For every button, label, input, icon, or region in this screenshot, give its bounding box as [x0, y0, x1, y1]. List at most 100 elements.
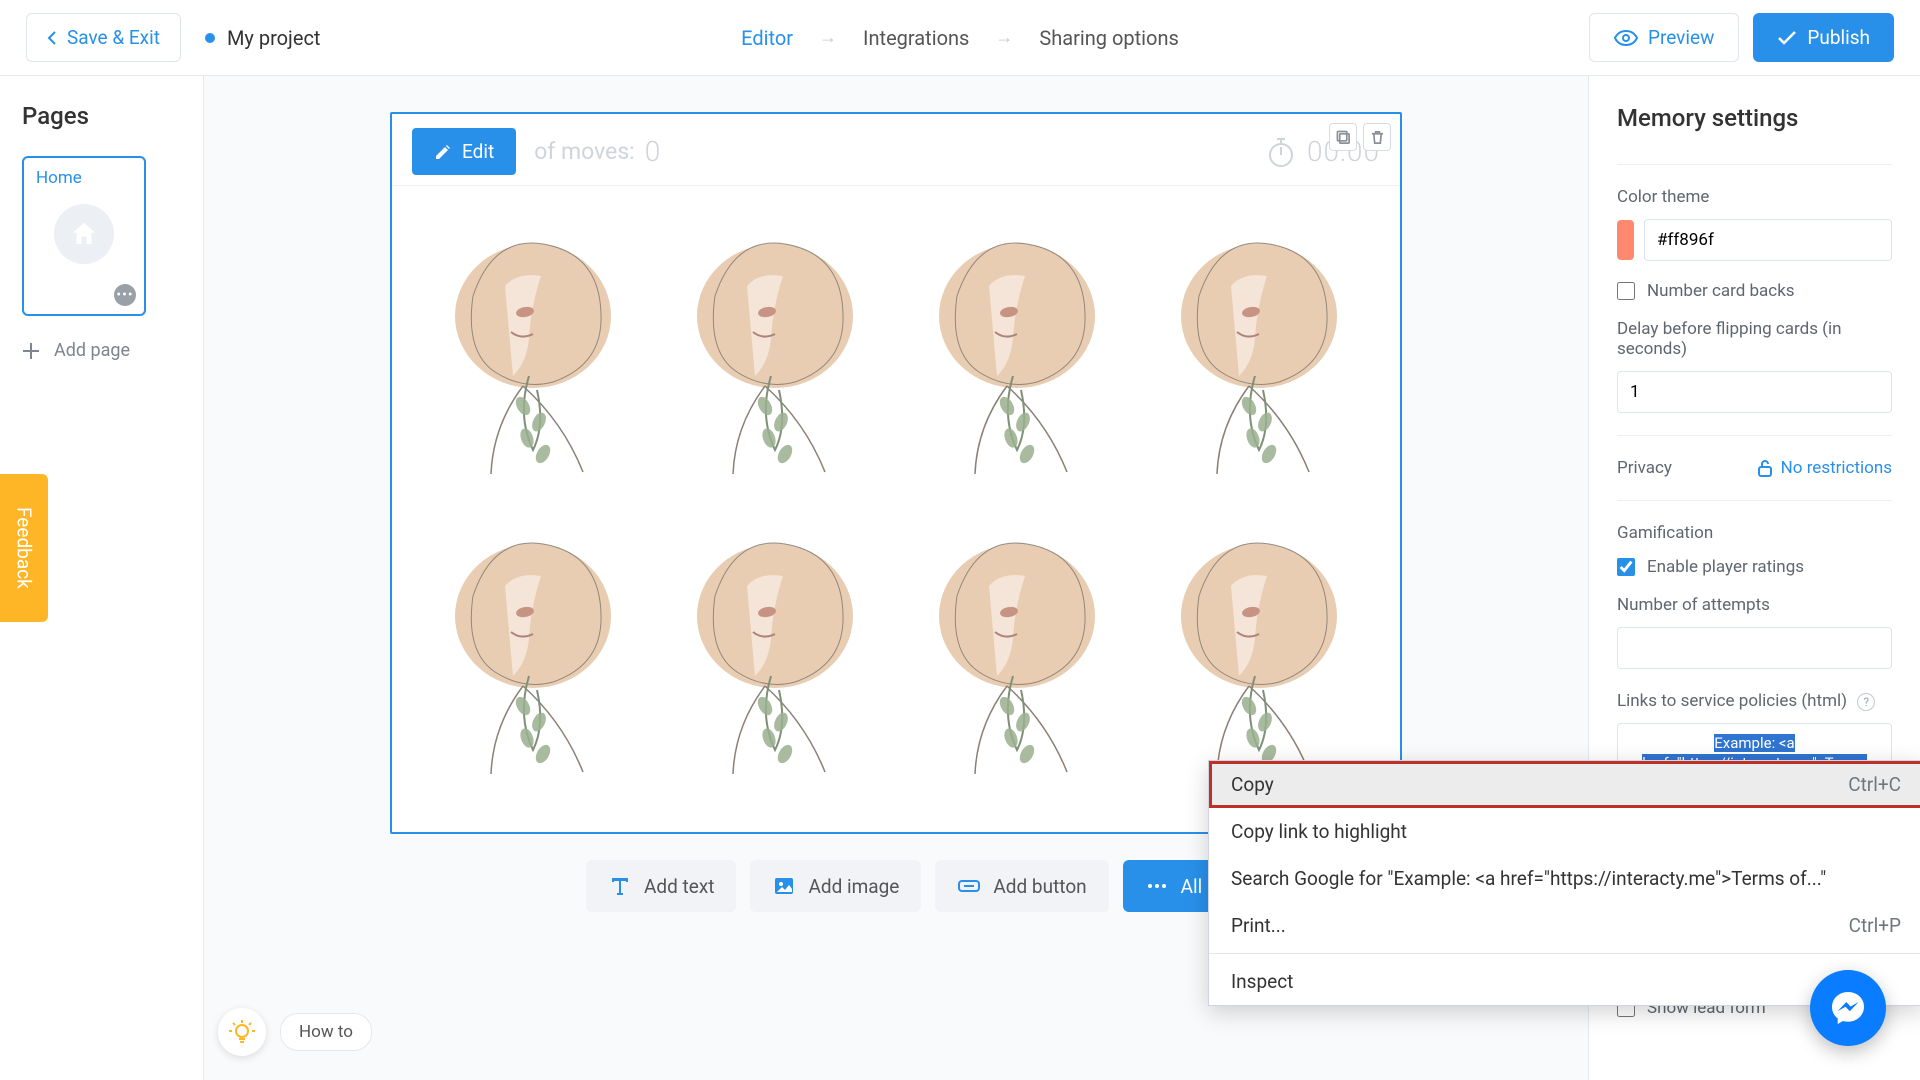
nav-step-editor[interactable]: Editor [741, 26, 793, 50]
dots-icon [1145, 874, 1169, 898]
number-card-backs-checkbox[interactable]: Number card backs [1617, 281, 1892, 301]
attempts-input[interactable] [1617, 627, 1892, 669]
feedback-tab[interactable]: Feedback [0, 474, 48, 622]
ctx-separator [1209, 953, 1920, 954]
image-icon [772, 874, 796, 898]
check-icon [1777, 30, 1797, 46]
messenger-icon [1828, 988, 1868, 1028]
plus-icon [22, 342, 40, 360]
add-image-button[interactable]: Add image [750, 860, 921, 912]
color-swatch[interactable] [1617, 220, 1634, 260]
enable-ratings-checkbox[interactable]: Enable player ratings [1617, 557, 1892, 577]
page-thumb-label: Home [36, 168, 132, 188]
memory-card[interactable] [422, 226, 644, 486]
publish-button[interactable]: Publish [1753, 13, 1894, 62]
memory-card[interactable] [1148, 226, 1370, 486]
lightbulb-icon [228, 1018, 256, 1046]
topbar: Save & Exit My project Editor → Integrat… [0, 0, 1920, 76]
card-illustration-icon [433, 526, 633, 786]
gamification-label: Gamification [1617, 523, 1892, 543]
add-text-label: Add text [644, 875, 714, 898]
delete-button[interactable] [1363, 123, 1391, 151]
ctx-copy-link[interactable]: Copy link to highlight [1209, 808, 1920, 855]
delay-label: Delay before flipping cards (in seconds) [1617, 319, 1892, 359]
block-toolbar: Add text Add image Add button All blocks [586, 860, 1285, 912]
privacy-value: No restrictions [1781, 458, 1892, 478]
save-exit-button[interactable]: Save & Exit [26, 13, 181, 62]
add-button-button[interactable]: Add button [935, 860, 1108, 912]
policies-label: Links to service policies (html) [1617, 691, 1847, 711]
attempts-label: Number of attempts [1617, 595, 1892, 615]
nav-step-sharing[interactable]: Sharing options [1039, 26, 1178, 50]
add-image-label: Add image [808, 875, 899, 898]
chevron-left-icon [47, 30, 57, 46]
ctx-search-label: Search Google for "Example: <a href="htt… [1231, 867, 1826, 890]
context-menu: Copy Ctrl+C Copy link to highlight Searc… [1208, 760, 1920, 1006]
help-icon[interactable]: ? [1857, 693, 1875, 711]
card-illustration-icon [917, 526, 1117, 786]
button-icon [957, 874, 981, 898]
howto-chip[interactable]: How to [280, 1013, 372, 1051]
memory-card[interactable] [906, 526, 1128, 786]
eye-icon [1614, 29, 1638, 47]
memory-card[interactable] [664, 526, 886, 786]
unsaved-dot-icon [205, 33, 215, 43]
chevron-right-icon: → [995, 27, 1013, 48]
delay-input[interactable] [1617, 371, 1892, 413]
card-grid [392, 186, 1400, 796]
canvas-header: Edit of moves: 0 00:00 [392, 114, 1400, 186]
card-illustration-icon [1159, 526, 1359, 786]
canvas-actions [1319, 113, 1401, 161]
project-name[interactable]: My project [205, 26, 321, 50]
nav-step-integrations[interactable]: Integrations [863, 26, 969, 50]
duplicate-button[interactable] [1329, 123, 1357, 151]
save-exit-label: Save & Exit [67, 26, 160, 49]
ctx-print[interactable]: Print... Ctrl+P [1209, 902, 1920, 949]
card-illustration-icon [917, 226, 1117, 486]
checkbox-icon[interactable] [1617, 558, 1635, 576]
howto-bulb-button[interactable] [218, 1008, 266, 1056]
checkbox-icon[interactable] [1617, 282, 1635, 300]
ctx-print-label: Print... [1231, 914, 1286, 937]
text-icon [608, 874, 632, 898]
memory-card[interactable] [1148, 526, 1370, 786]
page-options-icon[interactable]: ••• [114, 284, 136, 306]
moves-count: 0 [645, 135, 661, 168]
memory-card[interactable] [906, 226, 1128, 486]
chevron-right-icon: → [819, 27, 837, 48]
add-text-button[interactable]: Add text [586, 860, 736, 912]
moves-label: of moves: [534, 138, 635, 165]
copy-icon [1336, 130, 1351, 145]
add-page-label: Add page [54, 340, 130, 361]
page-thumb-home[interactable]: Home ••• [22, 156, 146, 316]
preview-button[interactable]: Preview [1589, 13, 1739, 62]
pages-title: Pages [22, 102, 181, 130]
privacy-label: Privacy [1617, 458, 1672, 478]
color-input[interactable] [1644, 219, 1892, 261]
add-page-button[interactable]: Add page [22, 340, 181, 361]
trash-icon [1370, 130, 1385, 145]
unlock-icon [1757, 459, 1773, 477]
project-name-text: My project [227, 26, 321, 50]
chat-button[interactable] [1810, 970, 1886, 1046]
editor-canvas[interactable]: Edit of moves: 0 00:00 [390, 112, 1402, 834]
stopwatch-icon [1267, 136, 1295, 168]
ctx-copy[interactable]: Copy Ctrl+C [1209, 761, 1920, 808]
pencil-icon [434, 143, 452, 161]
ctx-copy-label: Copy [1231, 773, 1274, 796]
number-card-backs-label: Number card backs [1647, 281, 1795, 301]
color-theme-label: Color theme [1617, 187, 1892, 207]
memory-card[interactable] [422, 526, 644, 786]
memory-card[interactable] [664, 226, 886, 486]
privacy-value-button[interactable]: No restrictions [1757, 458, 1892, 478]
ctx-copy-shortcut: Ctrl+C [1848, 773, 1901, 796]
ctx-search-google[interactable]: Search Google for "Example: <a href="htt… [1209, 855, 1920, 902]
settings-title: Memory settings [1617, 104, 1892, 132]
home-icon [54, 204, 114, 264]
card-illustration-icon [433, 226, 633, 486]
edit-button[interactable]: Edit [412, 128, 516, 175]
nav-steps: Editor → Integrations → Sharing options [741, 26, 1179, 50]
card-illustration-icon [675, 226, 875, 486]
ctx-print-shortcut: Ctrl+P [1849, 914, 1901, 937]
add-button-label: Add button [993, 875, 1086, 898]
